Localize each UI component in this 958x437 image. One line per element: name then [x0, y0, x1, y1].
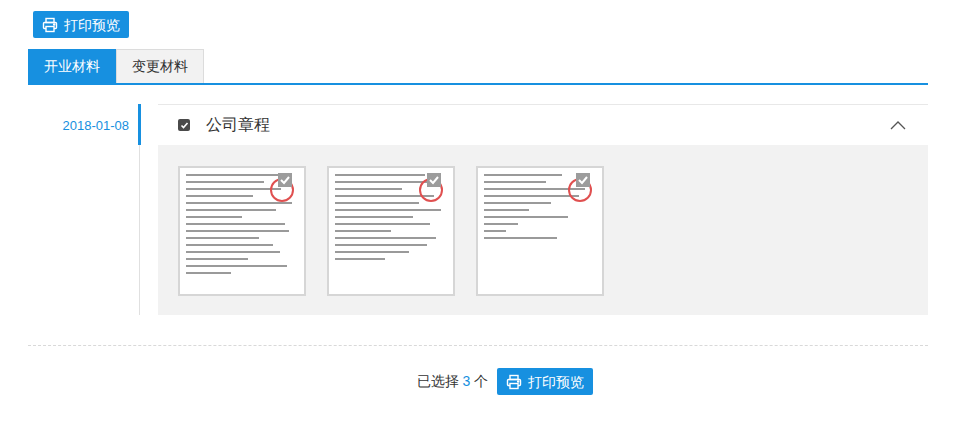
- document-thumbnail[interactable]: [476, 166, 604, 296]
- chevron-up-icon[interactable]: [890, 120, 906, 130]
- footer-print-preview-button[interactable]: 打印预览: [497, 368, 593, 395]
- document-thumbnail[interactable]: [327, 166, 455, 296]
- divider: [28, 345, 928, 346]
- printer-icon: [506, 374, 522, 390]
- check-icon: [427, 173, 441, 187]
- group-title: 公司章程: [206, 113, 270, 137]
- check-icon: [576, 173, 590, 187]
- tab[interactable]: 变更材料: [116, 49, 204, 83]
- group-checkbox[interactable]: [178, 119, 190, 131]
- print-preview-button[interactable]: 打印预览: [33, 11, 129, 38]
- thumbnail-panel: [158, 145, 928, 315]
- selected-count: 已选择 3 个: [417, 371, 489, 392]
- tab-bar: 开业材料变更材料: [28, 49, 928, 85]
- timeline-date: 2018-01-08: [28, 104, 139, 315]
- material-group: 公司章程: [158, 104, 928, 315]
- check-icon: [278, 173, 292, 187]
- printer-icon: [42, 17, 58, 33]
- timeline-entry: 2018-01-08 公司章程: [28, 104, 928, 315]
- document-thumbnail[interactable]: [178, 166, 306, 296]
- page: 打印预览开业材料变更材料2018-01-08公司章程已选择 3 个打印预览: [0, 0, 958, 437]
- tab[interactable]: 开业材料: [28, 49, 116, 83]
- footer: 已选择 3 个打印预览: [0, 368, 958, 395]
- group-header[interactable]: 公司章程: [158, 104, 928, 145]
- timeline-line: [139, 104, 140, 315]
